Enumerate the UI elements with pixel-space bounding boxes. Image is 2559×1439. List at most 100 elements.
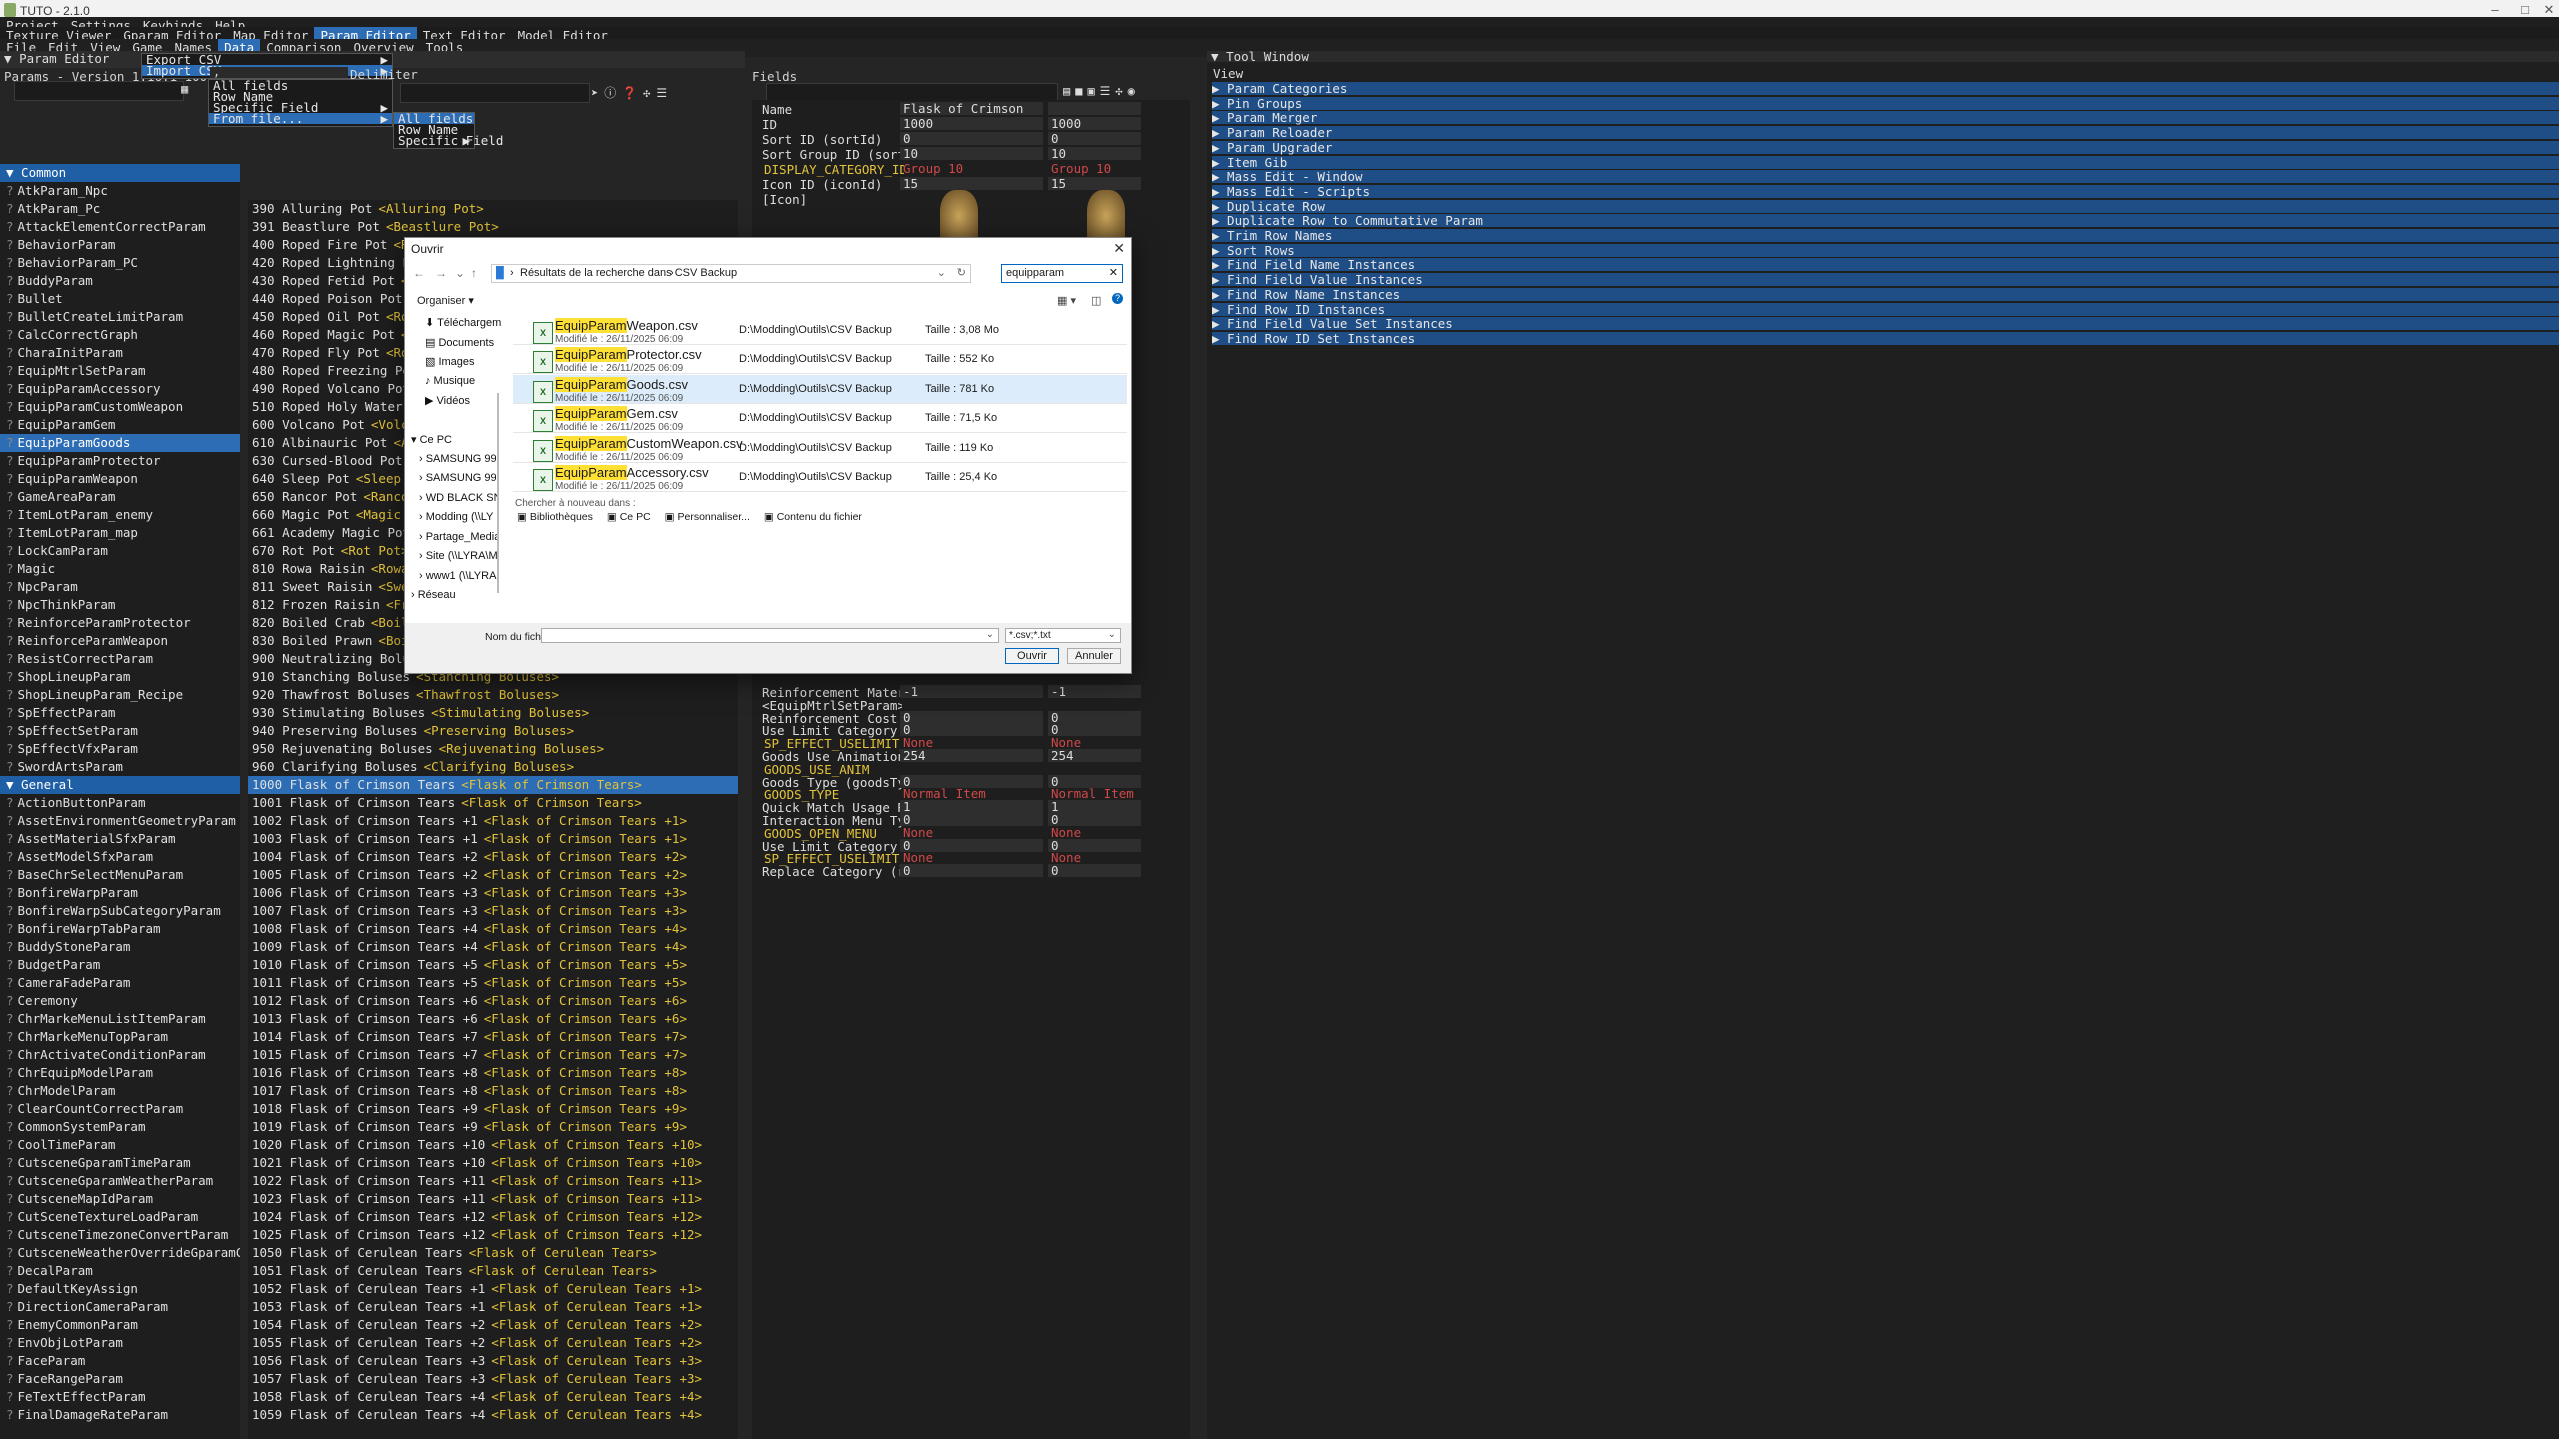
- table-row[interactable]: 1055 Flask of Cerulean Tears +2 <Flask of…: [248, 1334, 738, 1352]
- pin-icon[interactable]: ?: [6, 795, 14, 810]
- pin-icon[interactable]: ?: [6, 363, 14, 378]
- category-common[interactable]: ▼ Common: [0, 164, 240, 182]
- pin-icon[interactable]: ?: [6, 417, 14, 432]
- field-value[interactable]: 0: [900, 132, 1043, 145]
- param-item[interactable]: ? EnvObjLotParam: [0, 1334, 240, 1352]
- tool-item[interactable]: ▶ Mass Edit - Scripts: [1212, 184, 2559, 198]
- tool-item[interactable]: ▶ Param Reloader: [1212, 126, 2559, 140]
- minimize-icon[interactable]: –: [2480, 2, 2510, 17]
- param-item[interactable]: ? NpcThinkParam: [0, 596, 240, 614]
- pin-icon[interactable]: ?: [6, 291, 14, 306]
- table-row[interactable]: 1013 Flask of Crimson Tears +6 <Flask of …: [248, 1010, 738, 1028]
- param-item[interactable]: ? CutsceneGparamWeatherParam: [0, 1172, 240, 1190]
- search-location-link[interactable]: ▣ Personnaliser...: [665, 511, 750, 523]
- tool-item[interactable]: ▶ Param Merger: [1212, 111, 2559, 125]
- row-toolbar-icons[interactable]: ➤ⓘ❓✣☰: [591, 84, 673, 101]
- nav-item[interactable]: ▶ Vidéos: [425, 394, 505, 407]
- category-general[interactable]: ▼ General: [0, 776, 240, 794]
- pin-icon[interactable]: ?: [6, 1245, 14, 1260]
- table-row[interactable]: 920 Thawfrost Boluses <Thawfrost Boluses>: [248, 686, 738, 704]
- table-row[interactable]: 1052 Flask of Cerulean Tears +1 <Flask of…: [248, 1280, 738, 1298]
- param-item[interactable]: ? FaceRangeParam: [0, 1370, 240, 1388]
- field-value[interactable]: 10: [900, 147, 1043, 160]
- param-item[interactable]: ? Ceremony: [0, 992, 240, 1010]
- tool-item[interactable]: ▶ Find Row ID Set Instances: [1212, 331, 2559, 345]
- param-item[interactable]: ? LockCamParam: [0, 542, 240, 560]
- param-item[interactable]: ? CameraFadeParam: [0, 974, 240, 992]
- param-item[interactable]: ? AtkParam_Npc: [0, 182, 240, 200]
- table-row[interactable]: 1006 Flask of Crimson Tears +3 <Flask of …: [248, 884, 738, 902]
- row-search-input[interactable]: [400, 83, 590, 103]
- file-item[interactable]: X EquipParamGem.csv Modifié le : 26/11/202…: [513, 404, 1127, 434]
- pin-icon[interactable]: ?: [6, 507, 14, 522]
- param-item[interactable]: ? BuddyParam: [0, 272, 240, 290]
- tool-item[interactable]: ▶ Duplicate Row to Commutative Param: [1212, 214, 2559, 228]
- param-item[interactable]: ? ChrMarkeMenuListItemParam: [0, 1010, 240, 1028]
- param-item[interactable]: ? EquipParamCustomWeapon: [0, 398, 240, 416]
- pin-icon[interactable]: ?: [6, 1029, 14, 1044]
- param-item[interactable]: ? GameAreaParam: [0, 488, 240, 506]
- param-item[interactable]: ? CutsceneMapIdParam: [0, 1190, 240, 1208]
- param-item[interactable]: ? ResistCorrectParam: [0, 650, 240, 668]
- param-item[interactable]: ? Magic: [0, 560, 240, 578]
- pin-icon[interactable]: ?: [6, 1137, 14, 1152]
- param-item[interactable]: ? BulletCreateLimitParam: [0, 308, 240, 326]
- refresh-icon[interactable]: ↻: [957, 266, 966, 279]
- table-row[interactable]: 1002 Flask of Crimson Tears +1 <Flask of …: [248, 812, 738, 830]
- param-item[interactable]: ? BudgetParam: [0, 956, 240, 974]
- table-row[interactable]: 1015 Flask of Crimson Tears +7 <Flask of …: [248, 1046, 738, 1064]
- table-row[interactable]: 1051 Flask of Cerulean Tears <Flask of Ce…: [248, 1262, 738, 1280]
- field-value[interactable]: -1: [900, 685, 1043, 698]
- param-item[interactable]: ? ClearCountCorrectParam: [0, 1100, 240, 1118]
- param-item[interactable]: ? BehaviorParam_PC: [0, 254, 240, 272]
- pin-icon[interactable]: ?: [6, 219, 14, 234]
- pin-icon[interactable]: ?: [6, 921, 14, 936]
- pin-icon[interactable]: ?: [6, 1299, 14, 1314]
- table-row[interactable]: 940 Preserving Boluses <Preserving Boluse…: [248, 722, 738, 740]
- table-row[interactable]: 1014 Flask of Crimson Tears +7 <Flask of …: [248, 1028, 738, 1046]
- pin-icon[interactable]: ?: [6, 1155, 14, 1170]
- pin-icon[interactable]: ?: [6, 1281, 14, 1296]
- field-value[interactable]: 0: [900, 864, 1043, 878]
- pin-icon[interactable]: ?: [6, 543, 14, 558]
- pin-icon[interactable]: ?: [6, 1191, 14, 1206]
- pin-icon[interactable]: ?: [6, 1083, 14, 1098]
- param-item[interactable]: ? EquipParamGem: [0, 416, 240, 434]
- search-input[interactable]: equipparam ✕: [1001, 264, 1123, 283]
- table-row[interactable]: 1012 Flask of Crimson Tears +6 <Flask of …: [248, 992, 738, 1010]
- pin-icon[interactable]: ?: [6, 237, 14, 252]
- param-item[interactable]: ? Bullet: [0, 290, 240, 308]
- pin-icon[interactable]: ?: [6, 975, 14, 990]
- param-item[interactable]: ?CutsceneWeatherOverrideGparamConvertPar…: [0, 1244, 240, 1262]
- address-bar[interactable]: █ › Résultats de la recherche dans CSV B…: [491, 264, 971, 283]
- tool-item[interactable]: ▶ Param Categories: [1212, 82, 2559, 95]
- pin-icon[interactable]: ?: [6, 957, 14, 972]
- param-item[interactable]: ? EquipMtrlSetParam: [0, 362, 240, 380]
- table-row[interactable]: 1056 Flask of Cerulean Tears +3 <Flask of…: [248, 1352, 738, 1370]
- pin-icon[interactable]: ?: [6, 381, 14, 396]
- pin-icon[interactable]: ?: [6, 723, 14, 738]
- pin-icon[interactable]: ?: [6, 309, 14, 324]
- table-row[interactable]: 1025 Flask of Crimson Tears +12 <Flask of…: [248, 1226, 738, 1244]
- pin-icon[interactable]: ?: [6, 1353, 14, 1368]
- param-item[interactable]: ? SwordArtsParam: [0, 758, 240, 776]
- param-item[interactable]: ? AttackElementCorrectParam: [0, 218, 240, 236]
- search-location-link[interactable]: ▣ Contenu du fichier: [764, 511, 862, 523]
- file-item[interactable]: X EquipParamCustomWeapon.csv Modifié le : …: [513, 434, 1127, 463]
- table-row[interactable]: 960 Clarifying Boluses <Clarifying Boluse…: [248, 758, 738, 776]
- pin-icon[interactable]: ?: [6, 831, 14, 846]
- pin-icon[interactable]: ?: [6, 813, 14, 828]
- pin-icon[interactable]: ?: [6, 849, 14, 864]
- pin-icon[interactable]: ?: [6, 993, 14, 1008]
- pin-icon[interactable]: ?: [6, 1119, 14, 1134]
- pin-icon[interactable]: ?: [6, 741, 14, 756]
- pin-icon[interactable]: ?: [6, 1209, 14, 1224]
- search-location-link[interactable]: ▣ Ce PC: [607, 511, 651, 523]
- pin-icon[interactable]: ?: [6, 669, 14, 684]
- file-item[interactable]: X EquipParamGoods.csv Modifié le : 26/11/2…: [513, 374, 1127, 404]
- tool-item[interactable]: ▶ Find Field Value Set Instances: [1212, 317, 2559, 331]
- field-value[interactable]: 15: [900, 177, 1043, 190]
- tool-item[interactable]: ▶ Mass Edit - Window: [1212, 170, 2559, 184]
- pin-icon[interactable]: ?: [6, 903, 14, 918]
- pin-icon[interactable]: ?: [6, 1335, 14, 1350]
